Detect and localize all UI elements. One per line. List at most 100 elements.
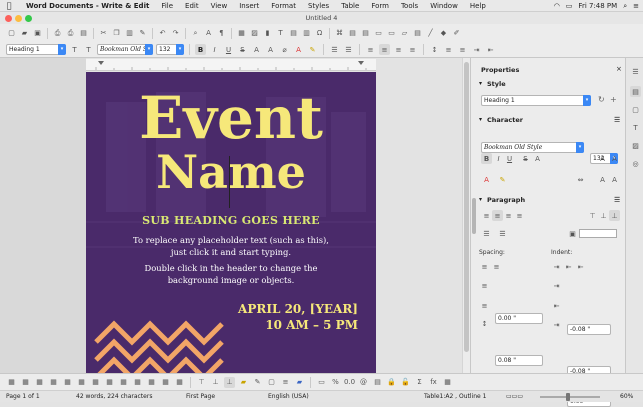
sub-heading[interactable]: SUB HEADING GOES HERE — [86, 214, 376, 227]
properties-tab-icon[interactable]: ▤ — [630, 86, 641, 97]
sidebar-increase-indent-icon[interactable]: ⇥ — [551, 261, 562, 272]
decrease-paragraph-spacing-icon[interactable]: ≡ — [491, 261, 502, 272]
navigator-tab-icon[interactable]: ◎ — [630, 158, 641, 169]
insert-rows-above-icon[interactable]: ▦ — [20, 377, 31, 388]
event-time[interactable]: 10 AM – 5 PM — [86, 318, 358, 332]
insert-chart-icon[interactable]: ▮ — [262, 28, 273, 39]
copy-icon[interactable]: ❐ — [111, 28, 122, 39]
collapse-character-icon[interactable]: ▾ — [479, 116, 482, 123]
table-align-center-icon[interactable]: ⊥ — [210, 377, 221, 388]
chevron-down-icon[interactable]: ▾ — [145, 44, 153, 55]
sidebar-underline-icon[interactable]: U — [504, 153, 515, 164]
app-name[interactable]: Word Documents - Write & Edit — [18, 2, 155, 10]
paragraph-style-select[interactable]: Heading 1 ▾ — [6, 44, 66, 55]
clear-formatting-icon[interactable]: ⌀ — [279, 44, 290, 55]
zoom-slider[interactable] — [540, 393, 600, 401]
font-color-icon[interactable]: A — [293, 44, 304, 55]
sidebar-justify-icon[interactable]: ≡ — [514, 210, 525, 221]
clock[interactable]: Fri 7:48 PM — [578, 2, 617, 10]
zoom-level[interactable]: 60% — [620, 393, 633, 400]
battery-icon[interactable]: ▭ — [566, 2, 573, 10]
update-style-icon[interactable]: ↻ — [598, 95, 605, 104]
select-cell-icon[interactable]: ▦ — [104, 377, 115, 388]
table-design-icon[interactable]: ▦ — [174, 377, 185, 388]
sidebar-subscript-icon[interactable]: A — [609, 174, 620, 185]
word-count[interactable]: 42 words, 224 characters — [76, 393, 152, 400]
insert-formula-icon[interactable]: fx — [428, 377, 439, 388]
align-top-icon[interactable]: ⊤ — [587, 210, 598, 221]
paragraph-section-header[interactable]: Paragraph — [487, 196, 525, 204]
sidebar-strikethrough-icon[interactable]: S — [520, 153, 531, 164]
insert-field-icon[interactable]: ▥ — [301, 28, 312, 39]
vertical-scrollbar[interactable] — [462, 58, 470, 373]
language[interactable]: English (USA) — [268, 393, 309, 400]
sidebar-align-center-icon[interactable]: ≡ — [492, 210, 503, 221]
spacing-below-field[interactable]: 0.08 " — [495, 355, 543, 366]
sidebar-bold-icon[interactable]: B — [481, 153, 492, 164]
cross-reference-icon[interactable]: ▭ — [386, 28, 397, 39]
align-center-icon[interactable]: ≡ — [379, 44, 390, 55]
insert-textbox-icon[interactable]: T — [275, 28, 286, 39]
page-style[interactable]: First Page — [186, 393, 215, 400]
zoom-slider-handle[interactable] — [566, 393, 570, 401]
autoformat-icon[interactable]: ✎ — [252, 377, 263, 388]
delete-table-icon[interactable]: ▦ — [90, 377, 101, 388]
body-text-line-2[interactable]: just click it and start typing. — [86, 247, 376, 257]
font-name-select[interactable]: Bookman Old S ▾ — [97, 44, 153, 55]
style-section-header[interactable]: Style — [487, 80, 506, 88]
undo-icon[interactable]: ↶ — [157, 28, 168, 39]
menu-view[interactable]: View — [205, 2, 234, 10]
apple-icon[interactable]:  — [0, 1, 18, 10]
menu-table[interactable]: Table — [335, 2, 365, 10]
more-options-icon[interactable]: ☰ — [614, 116, 620, 124]
character-section-header[interactable]: Character — [487, 116, 523, 124]
table-align-bottom-icon[interactable]: ⊥ — [224, 376, 235, 388]
spacing-above-field[interactable]: 0.00 " — [495, 313, 543, 324]
close-icon[interactable]: × — [616, 65, 622, 73]
merge-cells-icon[interactable]: ▦ — [132, 377, 143, 388]
cell-background-icon[interactable]: ▰ — [238, 377, 249, 388]
gallery-tab-icon[interactable]: ▨ — [630, 140, 641, 151]
export-pdf-icon[interactable]: ⎙ — [52, 28, 63, 39]
insert-rows-below-icon[interactable]: ▦ — [34, 377, 45, 388]
sidebar-align-right-icon[interactable]: ≡ — [503, 210, 514, 221]
view-layout-icon[interactable]: ▭▭▭ — [506, 393, 523, 400]
table-icon[interactable]: ▦ — [6, 377, 17, 388]
open-folder-icon[interactable]: ▰ — [19, 28, 30, 39]
sidebar-bullets-icon[interactable]: ☰ — [481, 228, 492, 239]
cut-icon[interactable]: ✂ — [98, 28, 109, 39]
bullet-list-icon[interactable]: ☰ — [329, 44, 340, 55]
line-icon[interactable]: ╱ — [425, 28, 436, 39]
sidebar-line-spacing-icon[interactable]: ↕ — [479, 318, 490, 329]
italic-icon[interactable]: I — [209, 44, 220, 55]
optimize-size-icon[interactable]: ▦ — [160, 377, 171, 388]
close-window-button[interactable] — [5, 15, 12, 22]
find-replace-icon[interactable]: ⌕ — [190, 28, 201, 39]
indent-before-field[interactable]: -0.08 " — [567, 324, 611, 335]
clone-formatting-icon[interactable]: ✎ — [137, 28, 148, 39]
update-style-icon[interactable]: T — [69, 44, 80, 55]
strikethrough-icon[interactable]: S — [237, 44, 248, 55]
menu-help[interactable]: Help — [464, 2, 492, 10]
hyperlink-icon[interactable]: ⌘ — [334, 28, 345, 39]
sidebar-decrease-indent-icon[interactable]: ⇤ — [563, 261, 574, 272]
currency-format-icon[interactable]: @ — [358, 377, 369, 388]
body-text-line-1[interactable]: To replace any placeholder text (such as… — [86, 235, 376, 245]
menu-form[interactable]: Form — [365, 2, 395, 10]
sidebar-highlight-icon[interactable]: ✎ — [497, 174, 508, 185]
font-size-select[interactable]: 132 ▾ — [156, 44, 184, 55]
sidebar-settings-icon[interactable]: ☰ — [630, 66, 641, 77]
increase-indent-icon[interactable]: ⇥ — [471, 44, 482, 55]
underline-icon[interactable]: U — [223, 44, 234, 55]
minimize-window-button[interactable] — [15, 15, 22, 22]
unprotect-cells-icon[interactable]: 🔓 — [400, 377, 411, 388]
increase-paragraph-spacing-icon[interactable]: ≡ — [479, 261, 490, 272]
line-spacing-icon[interactable]: ↕ — [429, 44, 440, 55]
align-left-icon[interactable]: ≡ — [365, 44, 376, 55]
split-cells-icon[interactable]: ▦ — [146, 377, 157, 388]
body-text-line-4[interactable]: background image or objects. — [86, 275, 376, 285]
event-title-line-1[interactable]: Event — [86, 89, 376, 147]
zoom-window-button[interactable] — [25, 15, 32, 22]
sidebar-align-left-icon[interactable]: ≡ — [481, 210, 492, 221]
sidebar-shadow-icon[interactable]: A — [532, 153, 543, 164]
